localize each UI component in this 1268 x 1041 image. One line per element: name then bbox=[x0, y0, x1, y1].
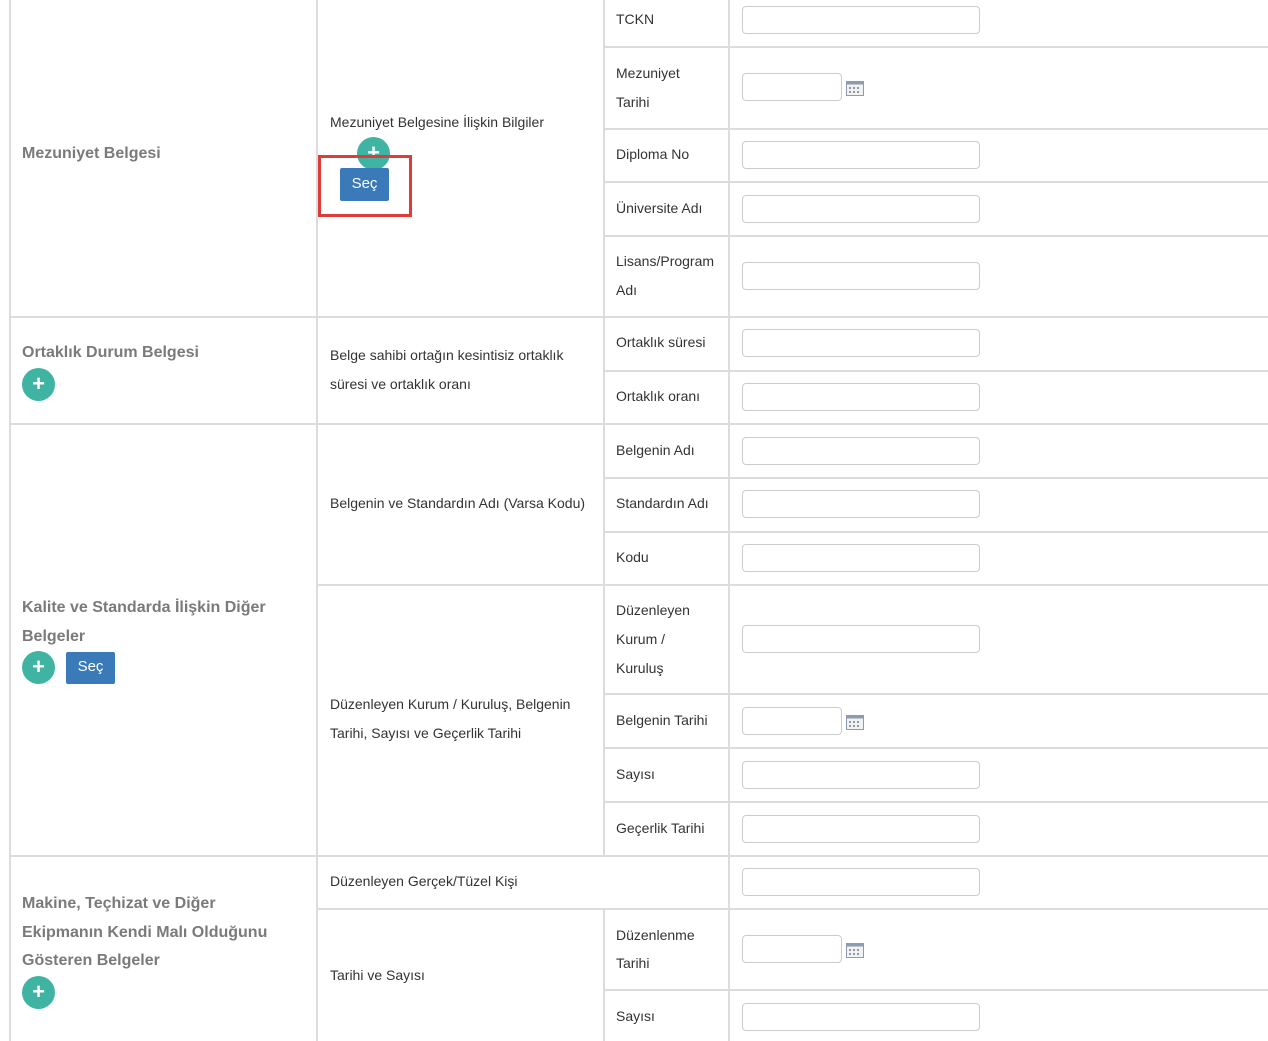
duzenleyen-kisi-input[interactable] bbox=[742, 868, 980, 896]
belgenin-tarihi-input[interactable] bbox=[742, 707, 842, 735]
label-duzenlenme-2: Tarihi bbox=[616, 955, 650, 971]
label-sayisi: Sayısı bbox=[616, 766, 655, 782]
section-title-1: Kalite ve Standarda İlişkin Diğer bbox=[22, 599, 266, 616]
tckn-input[interactable] bbox=[742, 6, 980, 34]
label-duzenleyen-2: Kurum / bbox=[616, 631, 666, 647]
sayisi-input[interactable] bbox=[742, 761, 980, 789]
section-title-3: Gösteren Belgeler bbox=[22, 952, 160, 969]
label-diploma-no: Diploma No bbox=[616, 146, 690, 162]
universite-adi-input[interactable] bbox=[742, 195, 980, 223]
label-belgenin-tarihi: Belgenin Tarihi bbox=[616, 712, 708, 728]
add-button[interactable]: + bbox=[22, 976, 55, 1009]
duzenleyen-kurum-input[interactable] bbox=[742, 625, 980, 653]
calendar-icon[interactable] bbox=[846, 943, 864, 958]
add-button[interactable]: + bbox=[22, 368, 55, 401]
section-description-2: süresi ve ortaklık oranı bbox=[330, 376, 471, 392]
label-standardin-adi: Standardın Adı bbox=[616, 495, 709, 511]
group2-description-1: Düzenleyen Kurum / Kuruluş, Belgenin bbox=[330, 696, 571, 712]
label-mezuniyet-tarihi-2: Tarihi bbox=[616, 94, 650, 110]
ortaklik-orani-input[interactable] bbox=[742, 383, 980, 411]
label-ortaklik-orani: Ortaklık oranı bbox=[616, 388, 701, 404]
label-duzenlenme-1: Düzenlenme bbox=[616, 927, 695, 943]
duzenlenme-tarihi-input[interactable] bbox=[742, 935, 842, 963]
diploma-no-input[interactable] bbox=[742, 141, 980, 169]
belgenin-adi-input[interactable] bbox=[742, 437, 980, 465]
plus-icon: + bbox=[32, 979, 45, 1004]
label-lisans-program-1: Lisans/Program bbox=[616, 253, 715, 269]
sayisi-input[interactable] bbox=[742, 1003, 980, 1031]
label-belgenin-adi: Belgenin Adı bbox=[616, 442, 695, 458]
group2-description-2: Tarihi, Sayısı ve Geçerlik Tarihi bbox=[330, 725, 522, 741]
label-lisans-program-2: Adı bbox=[616, 282, 638, 298]
calendar-icon[interactable] bbox=[846, 81, 864, 96]
label-ortaklik-suresi: Ortaklık süresi bbox=[616, 334, 706, 350]
label-duzenleyen-3: Kuruluş bbox=[616, 660, 664, 676]
add-button[interactable]: + bbox=[22, 651, 55, 684]
section-description-1: Belge sahibi ortağın kesintisiz ortaklık bbox=[330, 347, 564, 363]
standardin-adi-input[interactable] bbox=[742, 490, 980, 518]
label-duzenleyen-1: Düzenleyen bbox=[616, 602, 690, 618]
label-mezuniyet-tarihi-1: Mezuniyet bbox=[616, 65, 680, 81]
section-title: Mezuniyet Belgesi bbox=[22, 145, 161, 162]
duzenleyen-kisi-label: Düzenleyen Gerçek/Tüzel Kişi bbox=[330, 873, 518, 889]
label-universite-adi: Üniversite Adı bbox=[616, 200, 703, 216]
label-kodu: Kodu bbox=[616, 549, 649, 565]
label-gecerlik-tarihi: Geçerlik Tarihi bbox=[616, 820, 705, 836]
plus-icon: + bbox=[32, 654, 45, 679]
select-button[interactable]: Seç bbox=[340, 168, 389, 201]
select-button[interactable]: Seç bbox=[66, 652, 115, 684]
lisans-program-input[interactable] bbox=[742, 262, 980, 290]
calendar-icon[interactable] bbox=[846, 715, 864, 730]
group1-description: Belgenin ve Standardın Adı (Varsa Kodu) bbox=[330, 495, 586, 511]
ortaklik-suresi-input[interactable] bbox=[742, 329, 980, 357]
section-title-2: Ekipmanın Kendi Malı Olduğunu bbox=[22, 924, 268, 941]
gecerlik-tarihi-input[interactable] bbox=[742, 815, 980, 843]
plus-icon: + bbox=[32, 371, 45, 396]
kodu-input[interactable] bbox=[742, 544, 980, 572]
section-description: Mezuniyet Belgesine İlişkin Bilgiler bbox=[330, 114, 544, 130]
mezuniyet-tarihi-input[interactable] bbox=[742, 73, 842, 101]
section-title: Ortaklık Durum Belgesi bbox=[22, 344, 199, 361]
section-title-1: Makine, Teçhizat ve Diğer bbox=[22, 895, 216, 912]
tarih-sayisi-label: Tarihi ve Sayısı bbox=[330, 967, 425, 983]
label-tckn: TCKN bbox=[616, 11, 655, 27]
section-title-2: Belgeler bbox=[22, 628, 86, 645]
label-sayisi: Sayısı bbox=[616, 1008, 655, 1024]
